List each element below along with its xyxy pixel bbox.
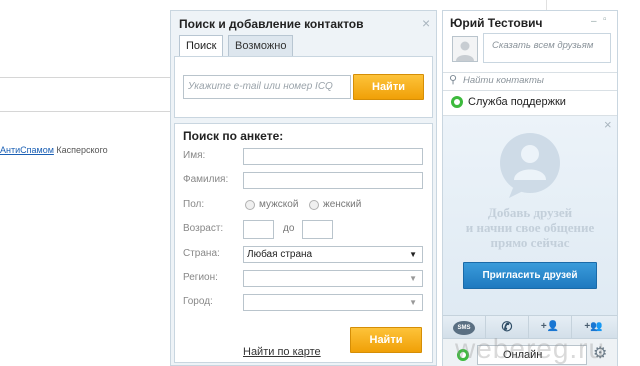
- status-message-input[interactable]: Сказать всем друзьям: [483, 33, 611, 63]
- age-label: Возраст:: [183, 223, 224, 234]
- gender-label: Пол:: [183, 199, 205, 210]
- region-select[interactable]: ▼: [243, 270, 423, 287]
- find-contacts-input[interactable]: ⚲ Найти контакты: [443, 72, 617, 91]
- age-to-field[interactable]: [302, 220, 333, 239]
- city-select[interactable]: ▼: [243, 294, 423, 311]
- chat-person-icon: [500, 133, 560, 198]
- first-name-field[interactable]: [243, 148, 423, 165]
- promo-line: прямо сейчас: [490, 235, 570, 250]
- background-text: АнтиСпамом Касперского: [0, 145, 108, 155]
- contact-support-label: Служба поддержки: [468, 96, 566, 108]
- gender-female-radio[interactable]: [309, 200, 319, 210]
- region-label: Регион:: [183, 272, 218, 283]
- find-on-map-link[interactable]: Найти по карте: [243, 346, 321, 358]
- find-contacts-placeholder: Найти контакты: [463, 75, 544, 86]
- invite-friends-button[interactable]: Пригласить друзей: [463, 262, 597, 289]
- background-divider: [0, 77, 170, 78]
- promo-close-icon[interactable]: ×: [604, 118, 612, 132]
- icq-status-icon: [451, 96, 463, 108]
- gender-male-radio[interactable]: [245, 200, 255, 210]
- contacts-panel: Юрий Тестович – ▫ Сказать всем друзьям ⚲…: [442, 10, 618, 366]
- email-icq-input[interactable]: Укажите e-mail или номер ICQ: [183, 75, 351, 99]
- watermark: webereg.ru: [455, 333, 606, 364]
- age-from-field[interactable]: [243, 220, 274, 239]
- dropdown-arrow-icon: ▼: [409, 298, 417, 307]
- dropdown-arrow-icon: ▼: [409, 274, 417, 283]
- last-name-label: Фамилия:: [183, 174, 229, 185]
- close-icon[interactable]: ×: [422, 16, 430, 30]
- gender-male-label: мужской: [259, 199, 299, 210]
- city-label: Город:: [183, 296, 213, 307]
- invite-promo: × Добавь друзей и начни свое общение пря…: [443, 115, 617, 316]
- tab-maybe-known[interactable]: Возможно вы знакомы: [228, 35, 294, 92]
- maximize-icon[interactable]: ▫: [603, 14, 607, 25]
- quick-search-box: Укажите e-mail или номер ICQ Найти: [174, 56, 433, 118]
- user-name: Юрий Тестович: [450, 16, 543, 30]
- form-title: Поиск по анкете:: [183, 129, 284, 143]
- contact-support[interactable]: Служба поддержки: [443, 93, 617, 111]
- background-text-rest: Касперского: [53, 145, 108, 155]
- minimize-icon[interactable]: –: [591, 16, 597, 27]
- background-divider: [0, 111, 170, 112]
- antispam-link[interactable]: АнтиСпамом: [0, 145, 54, 155]
- tab-search[interactable]: Поиск: [179, 35, 224, 58]
- find-button[interactable]: Найти: [353, 74, 424, 100]
- panel-title: Поиск и добавление контактов: [179, 17, 364, 31]
- profile-search-form: Поиск по анкете: Имя: Фамилия: Пол: мужс…: [174, 123, 433, 363]
- country-label: Страна:: [183, 248, 220, 259]
- age-to-label: до: [283, 223, 295, 234]
- last-name-field[interactable]: [243, 172, 423, 189]
- add-group-icon: +👥: [584, 321, 603, 332]
- avatar-placeholder-icon: [456, 41, 474, 61]
- promo-text: Добавь друзей и начни свое общение прямо…: [443, 205, 617, 250]
- first-name-label: Имя:: [183, 150, 206, 161]
- promo-line: и начни свое общение: [465, 220, 595, 235]
- search-icon: ⚲: [449, 74, 458, 86]
- country-select-value: Любая страна: [247, 249, 313, 260]
- dropdown-arrow-icon: ▼: [409, 250, 417, 259]
- avatar[interactable]: [452, 36, 478, 62]
- add-contact-icon: +👤: [540, 321, 560, 332]
- country-select[interactable]: Любая страна ▼: [243, 246, 423, 263]
- gender-female-label: женский: [323, 199, 362, 210]
- phone-icon: ✆: [501, 319, 513, 334]
- profile-find-button[interactable]: Найти: [350, 327, 422, 353]
- search-contacts-panel: Поиск и добавление контактов × Поиск Воз…: [170, 10, 437, 366]
- promo-line: Добавь друзей: [487, 205, 573, 220]
